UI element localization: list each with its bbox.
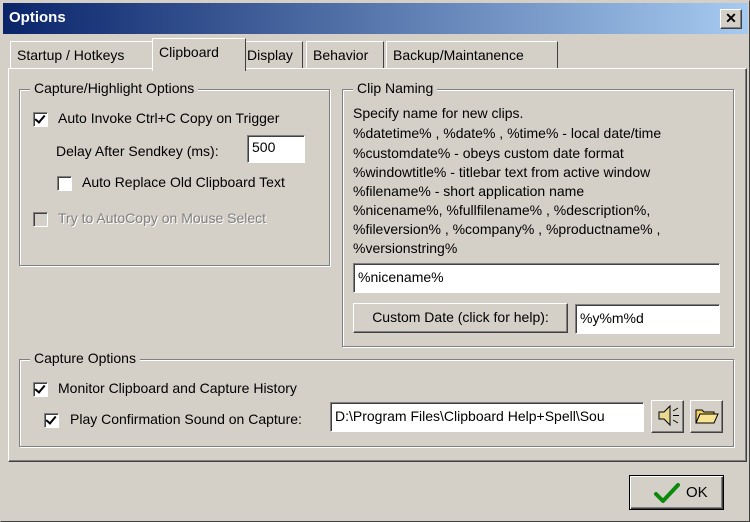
tab-behavior[interactable]: Behavior xyxy=(306,41,384,68)
green-check-icon xyxy=(654,483,680,503)
capture-highlight-group: Capture/Highlight Options Auto Invoke Ct… xyxy=(19,80,330,266)
browse-sound-button[interactable] xyxy=(690,400,723,433)
tab-startup-hotkeys[interactable]: Startup / Hotkeys xyxy=(10,41,157,68)
clip-naming-help-line: %filename% - short application name xyxy=(353,183,585,199)
custom-date-input[interactable]: %y%m%d xyxy=(575,304,720,334)
play-sound-checkbox[interactable] xyxy=(44,413,59,428)
autocopy-checkbox[interactable] xyxy=(33,212,48,227)
auto-replace-label[interactable]: Auto Replace Old Clipboard Text xyxy=(82,174,285,190)
tab-panel-clipboard: Capture/Highlight Options Auto Invoke Ct… xyxy=(8,68,747,462)
capture-options-title: Capture Options xyxy=(30,350,140,366)
clip-naming-help-line: %windowtitle% - titlebar text from activ… xyxy=(353,164,651,180)
auto-invoke-checkbox[interactable] xyxy=(33,112,48,127)
tab-clipboard[interactable]: Clipboard xyxy=(152,38,246,71)
custom-date-button[interactable]: Custom Date (click for help): xyxy=(353,303,568,333)
options-dialog: Options ✕ Startup / Hotkeys Clipboard Di… xyxy=(0,0,750,522)
title-bar[interactable]: Options ✕ xyxy=(3,3,748,34)
tab-backup-maintanence[interactable]: Backup/Maintanence xyxy=(386,41,558,68)
clip-naming-help-line: %datetime% , %date% , %time% - local dat… xyxy=(353,125,662,141)
auto-replace-checkbox[interactable] xyxy=(57,176,72,191)
clip-naming-help-line: %customdate% - obeys custom date format xyxy=(353,145,624,161)
clip-naming-help-line: %nicename%, %fullfilename% , %descriptio… xyxy=(353,202,651,218)
ok-label: OK xyxy=(686,484,708,501)
clip-name-input[interactable]: %nicename% xyxy=(353,263,720,293)
capture-highlight-title: Capture/Highlight Options xyxy=(30,80,199,96)
monitor-clipboard-checkbox[interactable] xyxy=(33,382,48,397)
sound-path-input[interactable]: D:\Program Files\Clipboard Help+Spell\So… xyxy=(330,402,644,432)
clip-naming-title: Clip Naming xyxy=(353,80,438,96)
clip-naming-help-line: %versionstring% xyxy=(353,240,458,256)
speaker-icon xyxy=(658,404,679,427)
close-button[interactable]: ✕ xyxy=(720,9,742,29)
delay-input[interactable]: 500 xyxy=(247,135,305,163)
ok-button[interactable]: OK xyxy=(629,475,724,510)
delay-label: Delay After Sendkey (ms): xyxy=(56,143,219,159)
play-sound-button[interactable] xyxy=(651,400,684,433)
play-sound-label[interactable]: Play Confirmation Sound on Capture: xyxy=(70,411,302,427)
window-title: Options xyxy=(9,9,66,26)
monitor-clipboard-label[interactable]: Monitor Clipboard and Capture History xyxy=(58,380,297,396)
tab-display[interactable]: Display xyxy=(240,41,303,68)
folder-open-icon xyxy=(695,409,719,424)
autocopy-label[interactable]: Try to AutoCopy on Mouse Select xyxy=(58,210,266,226)
clip-naming-help-line: Specify name for new clips. xyxy=(353,105,524,121)
auto-invoke-label[interactable]: Auto Invoke Ctrl+C Copy on Trigger xyxy=(58,110,279,126)
clip-naming-help-line: %fileversion% , %company% , %productname… xyxy=(353,221,661,237)
